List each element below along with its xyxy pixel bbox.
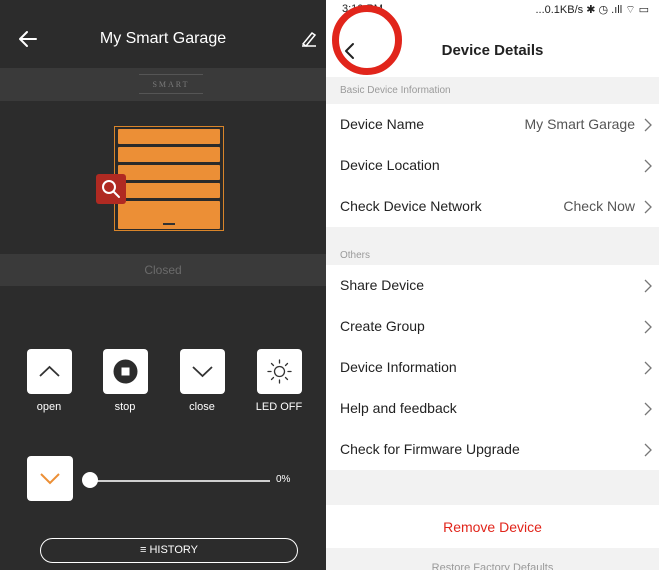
row-check-network[interactable]: Check Device Network Check Now	[326, 186, 659, 227]
chevron-right-icon	[644, 159, 652, 173]
row-label: Device Information	[340, 359, 457, 375]
row-label: Device Location	[340, 157, 440, 173]
expand-button[interactable]	[27, 456, 73, 501]
open-button[interactable]	[27, 349, 72, 394]
highlight-circle	[332, 5, 402, 75]
section-others: Others	[340, 250, 371, 261]
chevron-right-icon	[644, 443, 652, 457]
row-label: Check for Firmware Upgrade	[340, 441, 520, 457]
door-status-bar: Closed	[0, 254, 326, 286]
door-handle	[163, 223, 175, 225]
row-device-information[interactable]: Device Information	[326, 347, 659, 388]
row-help-feedback[interactable]: Help and feedback	[326, 388, 659, 429]
chevron-down-icon	[40, 473, 60, 485]
chevron-right-icon	[644, 279, 652, 293]
chevron-down-icon	[192, 366, 213, 378]
stop-icon	[113, 359, 138, 384]
edit-icon[interactable]	[300, 29, 318, 47]
row-firmware-upgrade[interactable]: Check for Firmware Upgrade	[326, 429, 659, 470]
led-button[interactable]	[257, 349, 302, 394]
chevron-up-icon	[39, 365, 60, 377]
row-label: Device Name	[340, 116, 425, 132]
stop-label: stop	[114, 401, 136, 413]
position-value: 0%	[276, 474, 291, 485]
search-icon[interactable]	[96, 174, 126, 204]
door-status: Closed	[144, 263, 182, 277]
position-slider-track[interactable]	[90, 480, 270, 482]
sun-icon	[267, 359, 292, 384]
stop-button[interactable]	[103, 349, 148, 394]
device-title: My Smart Garage	[99, 30, 227, 47]
chevron-right-icon	[644, 118, 652, 132]
row-value: My Smart Garage	[524, 116, 635, 132]
row-device-location[interactable]: Device Location	[326, 145, 659, 186]
restore-factory-defaults[interactable]: Restore Factory Defaults	[326, 562, 659, 570]
chevron-right-icon	[644, 320, 652, 334]
chevron-right-icon	[644, 402, 652, 416]
remove-device-row[interactable]: Remove Device	[326, 505, 659, 548]
row-label: Check Device Network	[340, 198, 482, 214]
led-label: LED OFF	[255, 401, 303, 413]
section-basic-info: Basic Device Information	[340, 85, 451, 96]
brand-bar: SMART	[0, 68, 326, 101]
position-slider-knob[interactable]	[82, 472, 98, 488]
device-control-screen: My Smart Garage SMART Closed open stop c…	[0, 0, 326, 570]
device-details-screen: 3:10 PM ...0.1KB/s ✱ ◷ .ıll ⌔ ▭ Device D…	[326, 0, 659, 570]
row-device-name[interactable]: Device Name My Smart Garage	[326, 104, 659, 145]
row-label: Share Device	[340, 277, 425, 293]
chevron-right-icon	[644, 200, 652, 214]
row-label: Help and feedback	[340, 400, 457, 416]
close-label: close	[189, 401, 215, 413]
brand-logo: SMART	[139, 74, 203, 94]
garage-door-graphic	[114, 126, 224, 231]
chevron-right-icon	[644, 361, 652, 375]
system-indicators: ...0.1KB/s ✱ ◷ .ıll ⌔ ▭	[535, 4, 649, 16]
row-create-group[interactable]: Create Group	[326, 306, 659, 347]
control-header: My Smart Garage	[0, 13, 326, 67]
history-button[interactable]: ≡ HISTORY	[40, 538, 298, 563]
row-value: Check Now	[563, 198, 635, 214]
row-share-device[interactable]: Share Device	[326, 265, 659, 306]
remove-device-button[interactable]: Remove Device	[326, 519, 659, 535]
close-button[interactable]	[180, 349, 225, 394]
row-label: Create Group	[340, 318, 425, 334]
open-label: open	[36, 401, 62, 413]
